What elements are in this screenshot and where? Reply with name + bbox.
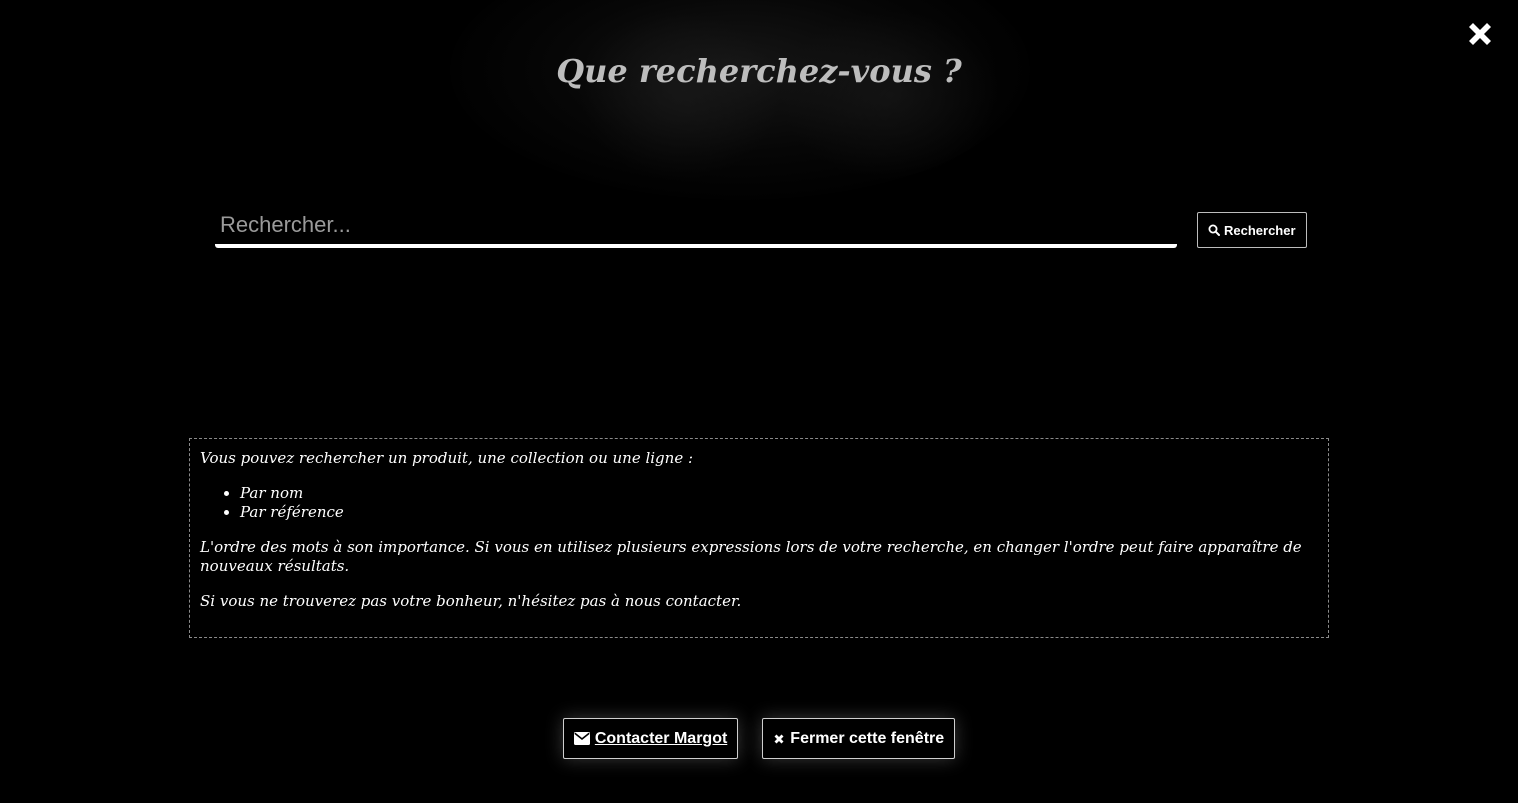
close-icon	[773, 733, 785, 745]
help-contact-note: Si vous ne trouverez pas votre bonheur, …	[200, 592, 742, 610]
background-glow	[450, 0, 1030, 200]
list-item: Par nom	[240, 484, 1318, 503]
close-window-button[interactable]: Fermer cette fenêtre	[762, 718, 956, 759]
search-icon	[1208, 224, 1220, 236]
search-button-label: Rechercher	[1224, 222, 1296, 238]
background-glow	[780, 10, 1000, 180]
modal-title: Que recherchez-vous ?	[556, 52, 962, 90]
background-glow	[580, 10, 780, 180]
search-button[interactable]: Rechercher	[1197, 212, 1307, 248]
envelope-icon	[573, 732, 590, 745]
contact-button-label: Contacter Margot	[594, 729, 728, 747]
search-form: Rechercher	[215, 208, 1307, 252]
list-item: Par référence	[240, 503, 1318, 522]
search-help: Vous pouvez rechercher un produit, une c…	[189, 438, 1329, 638]
search-overlay: Que recherchez-vous ? Rechercher Vous po…	[0, 0, 1518, 803]
modal-actions: Contacter Margot Fermer cette fenêtre	[0, 718, 1518, 759]
help-intro: Vous pouvez rechercher un produit, une c…	[200, 449, 694, 467]
contact-button[interactable]: Contacter Margot	[562, 718, 739, 759]
search-input[interactable]	[215, 208, 1177, 248]
help-order-note: L'ordre des mots à son importance. Si vo…	[200, 538, 1302, 575]
close-window-button-label: Fermer cette fenêtre	[790, 729, 945, 747]
close-icon[interactable]	[1464, 18, 1496, 50]
help-list: Par nom Par référence	[200, 484, 1318, 522]
